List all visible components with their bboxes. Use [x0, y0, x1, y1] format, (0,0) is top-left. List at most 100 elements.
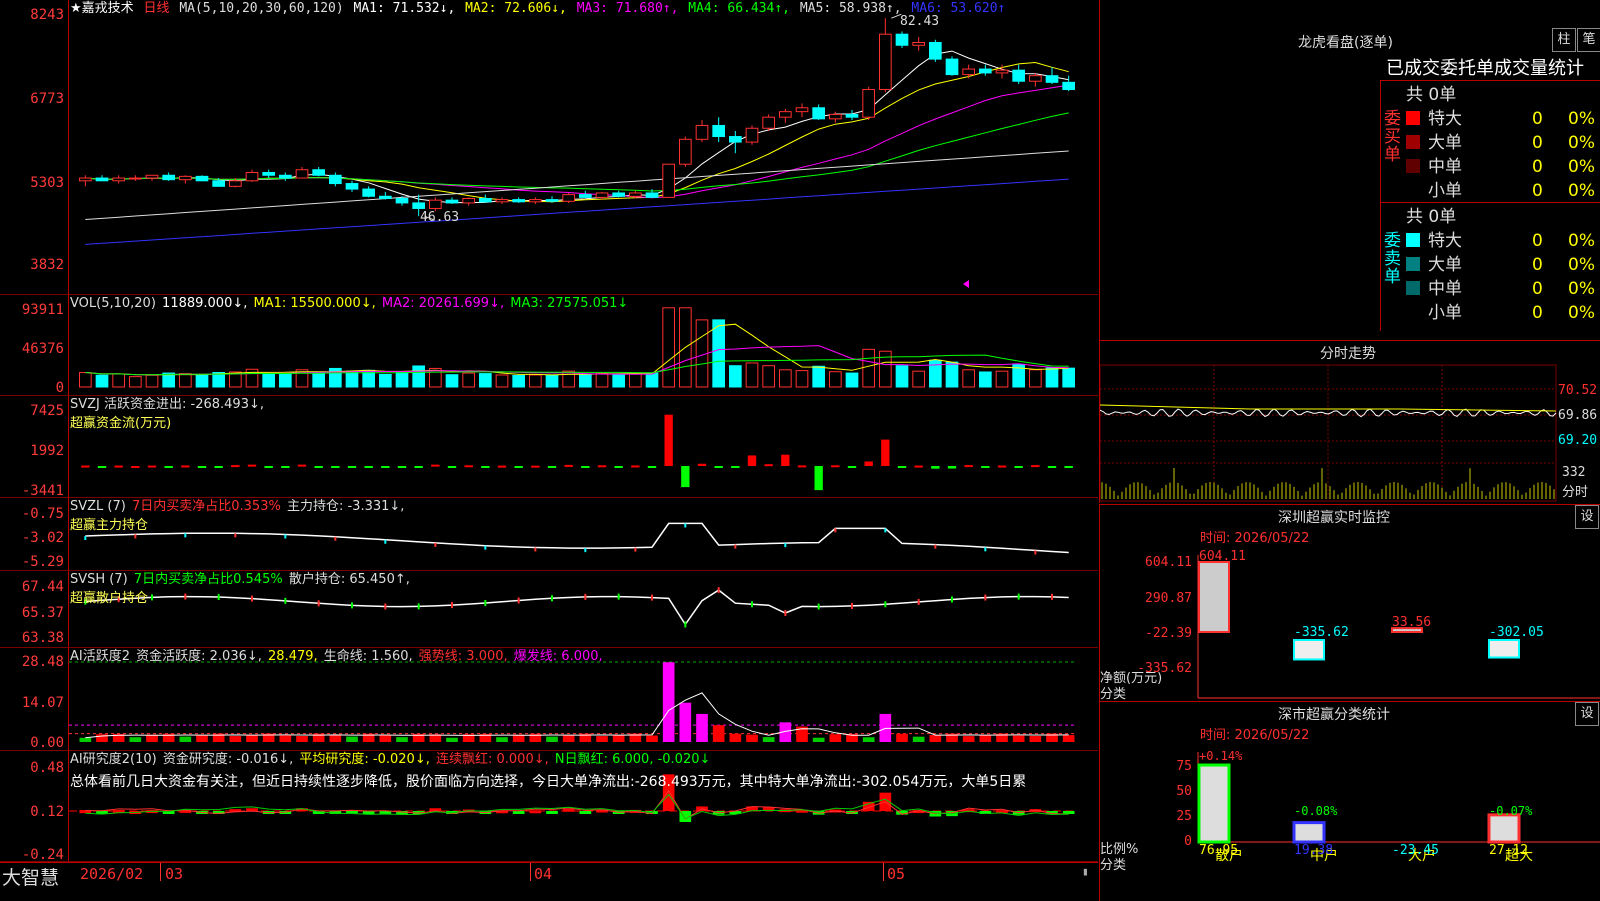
realtime-monitor-panel: 深圳超赢实时监控 设 时间: 2026/05/22 净额(万元) 分类 604.…: [1099, 504, 1600, 702]
order-stats-panel: 龙虎看盘(逐单) 柱 笔 已成交委托单成交量统计 委买单 委卖单 共 0单 共 …: [1099, 0, 1600, 341]
candle-body: [295, 169, 309, 179]
ai2-header: AI研究度2(10) 资金研究度: -0.016↓, 平均研究度: -0.020…: [70, 752, 712, 767]
volume-bar: [829, 371, 842, 388]
candle-body: [712, 124, 725, 138]
candle-body: [645, 192, 659, 198]
sz_stats-ytick: 0: [1184, 834, 1192, 849]
ai1-ytick: 14.07: [21, 695, 64, 711]
candle-body: [412, 202, 426, 209]
volume-bar: [862, 348, 875, 388]
volume-pane[interactable]: 93911 46376 0 VOL(5,10,20) 11889.000↓, M…: [0, 295, 1098, 396]
flow-bar: [297, 464, 307, 467]
bar-mode-button[interactable]: 柱: [1552, 28, 1576, 52]
candlestick-chart[interactable]: [69, 0, 1098, 294]
category-ratio-bar-chart[interactable]: 7550250散户 中户 大户 超大+0.14%-0.08% -0.07%76.95 19…: [1100, 702, 1600, 901]
svsh-ytick: 63.38: [21, 630, 64, 646]
activity-line: [85, 692, 1069, 739]
ai-activity-pane[interactable]: 28.48 14.07 0.00 AI活跃度2 资金活跃度: 2.036↓, 2…: [0, 648, 1098, 751]
ai-research-chart[interactable]: [69, 751, 1098, 861]
stock-name[interactable]: ★嘉戎技术: [70, 1, 134, 16]
activity-bar: [962, 736, 975, 742]
svzj-subtitle: 超赢资金流(万元): [70, 416, 172, 431]
ratio-change: -0.07%: [1489, 804, 1533, 818]
ai-research-pane[interactable]: 0.48 0.12 -0.24 AI研究度2(10) 资金研究度: -0.016…: [0, 751, 1098, 862]
order-row: 小单 0 0%: [1406, 298, 1595, 323]
candle-body: [212, 180, 225, 187]
volume-bar: [529, 374, 542, 388]
order-color-swatch: [1406, 257, 1420, 271]
kline-pane[interactable]: 8243 6773 5303 3832 ★嘉戎技术 日线 MA(5,10,20,…: [0, 0, 1098, 295]
tick-mode-button[interactable]: 笔: [1577, 28, 1600, 52]
retail-tick: [651, 594, 653, 601]
high-price-label: 82.43: [900, 14, 940, 29]
flow-bar: [614, 466, 623, 468]
svzl-ytick: -0.75: [21, 506, 64, 522]
flow-bar: [947, 466, 957, 469]
volume-bar: [745, 362, 759, 388]
position-tick: [734, 544, 737, 549]
candle-body: [479, 197, 492, 203]
net-amount-bar: [1488, 639, 1520, 659]
position-tick: [284, 534, 287, 539]
flow-bar: [631, 465, 640, 468]
ratio-bar: [1197, 763, 1231, 844]
sz_monitor-ytick: 290.87: [1145, 591, 1192, 606]
retail-tick: [151, 594, 153, 601]
svzj-pane[interactable]: 7425 1992 -3441 SVZJ 活跃资金进出: -268.493↓, …: [0, 396, 1098, 498]
main-position-line: [85, 522, 1069, 554]
flow-bar: [264, 466, 273, 468]
intraday-title: 分时走势: [1320, 346, 1376, 362]
flow-bar: [847, 466, 857, 468]
candle-body: [229, 180, 242, 187]
svzl-header-item: 7日内买卖净占比0.353%: [131, 499, 285, 514]
position-tick: [984, 547, 987, 552]
retail-tick: [817, 603, 820, 610]
intraday-chart[interactable]: [1100, 363, 1560, 503]
order-count: 0: [1532, 157, 1543, 177]
retail-tick: [484, 599, 487, 606]
candle-body: [179, 175, 192, 181]
lock-icon[interactable]: ▮: [1082, 865, 1089, 878]
date-divider: [160, 863, 161, 881]
activity-bar: [712, 725, 725, 742]
buy-orders-label: 委买单: [1384, 109, 1401, 165]
svsh-pane[interactable]: 67.44 65.37 63.38 SVSH (7) 7日内买卖净占比0.545…: [0, 571, 1098, 648]
activity-bar: [679, 702, 692, 742]
order-row: 小单 0 0%: [1406, 176, 1595, 201]
ai1-header-item: 强势线: 3.000,: [418, 649, 512, 664]
ai2-ytick: 0.12: [30, 804, 64, 820]
net-amount-value: -302.05: [1489, 625, 1544, 640]
flow-bar: [1064, 466, 1073, 468]
activity-bar: [196, 735, 208, 742]
period-label[interactable]: 日线: [143, 1, 169, 16]
intraday-vol-label: 332: [1562, 465, 1586, 480]
retail-tick: [384, 603, 387, 610]
vol-ma-line: [85, 345, 1069, 376]
activity-bar: [646, 735, 658, 742]
net-amount-bar: [1198, 561, 1230, 633]
volume-bar: [279, 373, 292, 388]
position-tick: [234, 533, 237, 538]
volume-bar: [212, 372, 225, 388]
order-pct: 0%: [1568, 231, 1595, 251]
flow-bar: [714, 466, 723, 468]
retail-tick: [751, 601, 753, 608]
activity-bar: [912, 736, 925, 742]
ma-value: MA2: 72.606↓,: [465, 1, 575, 16]
ma-value: MA1: 71.532↓,: [353, 1, 464, 16]
candle-body: [612, 192, 625, 197]
svzl-pane[interactable]: -0.75 -3.02 -5.29 SVZL (7) 7日内买卖净占比0.353…: [0, 498, 1098, 571]
net-amount-bar: [1293, 639, 1325, 661]
position-tick: [84, 536, 87, 540]
flow-bar: [814, 466, 823, 491]
volume-bar: [462, 372, 476, 388]
sz_stats-ytick: 75: [1176, 759, 1192, 774]
position-tick: [534, 547, 537, 552]
candle-body: [962, 68, 975, 76]
net-amount-bar-chart[interactable]: 604.11290.87-22.39-335.62散户中户大户超大604.11-…: [1100, 505, 1600, 701]
volume-bar: [545, 374, 559, 388]
scroll-marker: [963, 280, 969, 288]
order-count: 0: [1532, 279, 1543, 299]
order-type: 特大: [1428, 109, 1462, 129]
order-color-swatch: [1406, 233, 1420, 247]
